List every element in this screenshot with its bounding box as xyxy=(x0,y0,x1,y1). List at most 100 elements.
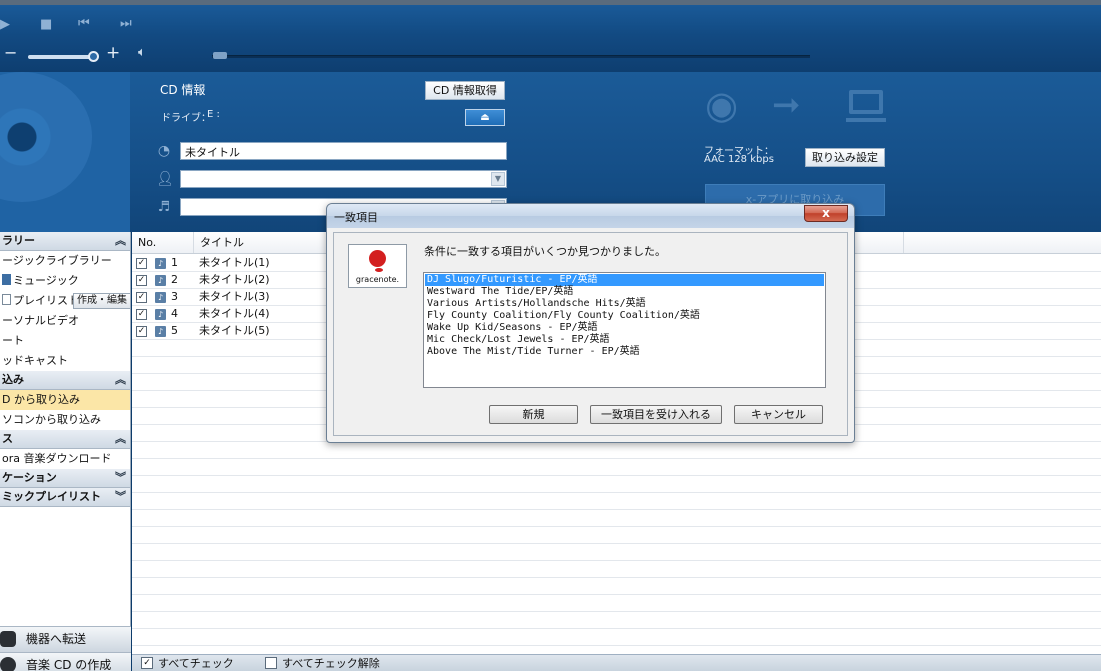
track-checkbox[interactable]: ✓ xyxy=(136,326,147,337)
fetch-cd-info-button[interactable]: CD 情報取得 xyxy=(425,81,505,100)
collapse-icon[interactable]: ︽ xyxy=(115,371,126,389)
match-item[interactable]: Fly County Coalition/Fly County Coalitio… xyxy=(425,310,824,322)
column-header-no[interactable]: No. xyxy=(132,232,194,253)
seek-bar[interactable] xyxy=(212,55,810,58)
cd-burn-icon xyxy=(0,657,16,671)
track-title[interactable]: 未タイトル(1) xyxy=(199,255,270,271)
format-value: AAC 128 kbps xyxy=(704,154,774,165)
expand-icon[interactable]: ︾ xyxy=(115,488,126,506)
sidebar-section-application[interactable]: ケーション ︾ xyxy=(0,469,130,488)
next-icon[interactable]: ⏭ xyxy=(120,16,132,31)
cd-info-heading: CD 情報 xyxy=(160,83,206,97)
empty-row xyxy=(132,476,1101,493)
music-note-icon: ♪ xyxy=(155,258,166,269)
volume-down-button[interactable]: − xyxy=(4,43,17,62)
sidebar-item-podcast[interactable]: ッドキャスト xyxy=(0,351,130,371)
create-cd-label: 音楽 CD の作成 xyxy=(26,658,112,671)
artist-dropdown-icon[interactable]: ▼ xyxy=(491,172,505,186)
track-number: 2 xyxy=(171,273,178,286)
seek-bar-knob[interactable] xyxy=(213,52,227,59)
eject-button[interactable]: ⏏ xyxy=(465,109,505,126)
dialog-body: gracenote. 条件に一致する項目がいくつか見つかりました。 DJ Slu… xyxy=(333,232,848,436)
track-title[interactable]: 未タイトル(3) xyxy=(199,289,270,305)
sidebar-section-library[interactable]: ラリー ︽ xyxy=(0,232,130,251)
artist-field[interactable]: ▼ xyxy=(180,170,507,188)
device-icon xyxy=(0,631,16,647)
collapse-icon[interactable]: ︽ xyxy=(115,430,126,448)
sidebar-section-services[interactable]: ス ︽ xyxy=(0,430,130,449)
check-all-checkbox[interactable]: ✓ xyxy=(141,657,153,669)
empty-row xyxy=(132,612,1101,629)
match-item[interactable]: Various Artists/Hollandsche Hits/英語 xyxy=(425,298,824,310)
music-icon xyxy=(2,274,11,285)
album-title-field[interactable]: 未タイトル xyxy=(180,142,507,160)
play-icon[interactable]: ▶ xyxy=(0,17,10,32)
expand-icon[interactable]: ︾ xyxy=(115,469,126,487)
sidebar-item-playlist[interactable]: プレイリスト 作成・編集 xyxy=(0,291,130,311)
track-title[interactable]: 未タイトル(2) xyxy=(199,272,270,288)
create-edit-button[interactable]: 作成・編集 xyxy=(73,293,130,309)
check-all-label: すべてチェック xyxy=(158,657,234,670)
sidebar-item-label: ート xyxy=(2,334,24,347)
sidebar-section-import[interactable]: 込み ︽ xyxy=(0,371,130,390)
empty-row xyxy=(132,459,1101,476)
cancel-button[interactable]: キャンセル xyxy=(734,405,823,424)
match-item[interactable]: Mic Check/Lost Jewels - EP/英語 xyxy=(425,334,824,346)
gracenote-logo-mark xyxy=(369,250,386,267)
section-label: ス xyxy=(2,432,13,445)
uncheck-all-button[interactable]: すべてチェック解除 xyxy=(265,657,380,671)
sidebar-item-label: D から取り込み xyxy=(2,393,80,406)
empty-row xyxy=(132,578,1101,595)
sidebar-item-mora-download[interactable]: ora 音楽ダウンロード xyxy=(0,449,130,469)
track-checkbox[interactable]: ✓ xyxy=(136,275,147,286)
sidebar-item-label: プレイリスト xyxy=(13,294,79,307)
stop-icon[interactable]: ■ xyxy=(40,17,52,32)
uncheck-all-checkbox[interactable] xyxy=(265,657,277,669)
close-button[interactable]: x xyxy=(804,205,848,222)
match-item[interactable]: Above The Mist/Tide Turner - EP/英語 xyxy=(425,346,824,358)
sidebar-item-label: ーソナルビデオ xyxy=(2,314,79,327)
empty-row xyxy=(132,442,1101,459)
track-number: 1 xyxy=(171,256,178,269)
transfer-to-device-button[interactable]: 機器へ転送 xyxy=(0,626,131,652)
sidebar-item-import-from-pc[interactable]: ソコンから取り込み xyxy=(0,410,130,430)
empty-row xyxy=(132,493,1101,510)
create-audio-cd-button[interactable]: 音楽 CD の作成 xyxy=(0,652,131,671)
sidebar-item-music-library[interactable]: ージックライブラリー xyxy=(0,251,130,271)
empty-row xyxy=(132,629,1101,646)
album-icon: ◔ xyxy=(157,143,171,159)
match-item[interactable]: Wake Up Kid/Seasons - EP/英語 xyxy=(425,322,824,334)
sidebar-section-dynamic-playlist[interactable]: ミックプレイリスト ︾ xyxy=(0,488,130,507)
volume-up-button[interactable]: + xyxy=(106,43,120,63)
match-dialog: 一致項目 x gracenote. 条件に一致する項目がいくつか見つかりました。… xyxy=(326,203,855,443)
match-listbox[interactable]: DJ Slugo/Futuristic - EP/英語 Westward The … xyxy=(423,272,826,388)
track-title[interactable]: 未タイトル(4) xyxy=(199,306,270,322)
speaker-icon[interactable]: 🔈︎ xyxy=(138,45,146,60)
track-title[interactable]: 未タイトル(5) xyxy=(199,323,270,339)
sidebar-item-import-from-cd[interactable]: D から取り込み xyxy=(0,390,130,410)
prev-icon[interactable]: ⏮ xyxy=(78,16,90,31)
track-number: 3 xyxy=(171,290,178,303)
dialog-titlebar[interactable]: 一致項目 x xyxy=(327,204,854,228)
new-button[interactable]: 新規 xyxy=(489,405,578,424)
match-item[interactable]: DJ Slugo/Futuristic - EP/英語 xyxy=(425,274,824,286)
collapse-icon[interactable]: ︽ xyxy=(115,232,126,250)
volume-slider[interactable] xyxy=(28,55,96,59)
album-title-value: 未タイトル xyxy=(185,146,240,159)
accept-match-button[interactable]: 一致項目を受け入れる xyxy=(590,405,722,424)
import-settings-button[interactable]: 取り込み設定 xyxy=(805,148,885,167)
drive-label: ドライブ： xyxy=(161,113,211,124)
track-checkbox[interactable]: ✓ xyxy=(136,292,147,303)
track-checkbox[interactable]: ✓ xyxy=(136,309,147,320)
sidebar-item-photo[interactable]: ート xyxy=(0,331,130,351)
gracenote-logo-tail xyxy=(375,268,383,272)
check-all-button[interactable]: ✓ すべてチェック xyxy=(141,657,234,671)
match-item[interactable]: Westward The Tide/EP/英語 xyxy=(425,286,824,298)
sidebar: ラリー ︽ ージックライブラリー ミュージック プレイリスト 作成・編集 ーソナルビ… xyxy=(0,232,131,671)
sidebar-item-music[interactable]: ミュージック xyxy=(0,271,130,291)
volume-slider-knob[interactable] xyxy=(88,51,99,62)
track-checkbox[interactable]: ✓ xyxy=(136,258,147,269)
section-label: 込み xyxy=(2,373,24,386)
sidebar-item-personal-video[interactable]: ーソナルビデオ xyxy=(0,311,130,331)
transfer-label: 機器へ転送 xyxy=(26,632,87,646)
